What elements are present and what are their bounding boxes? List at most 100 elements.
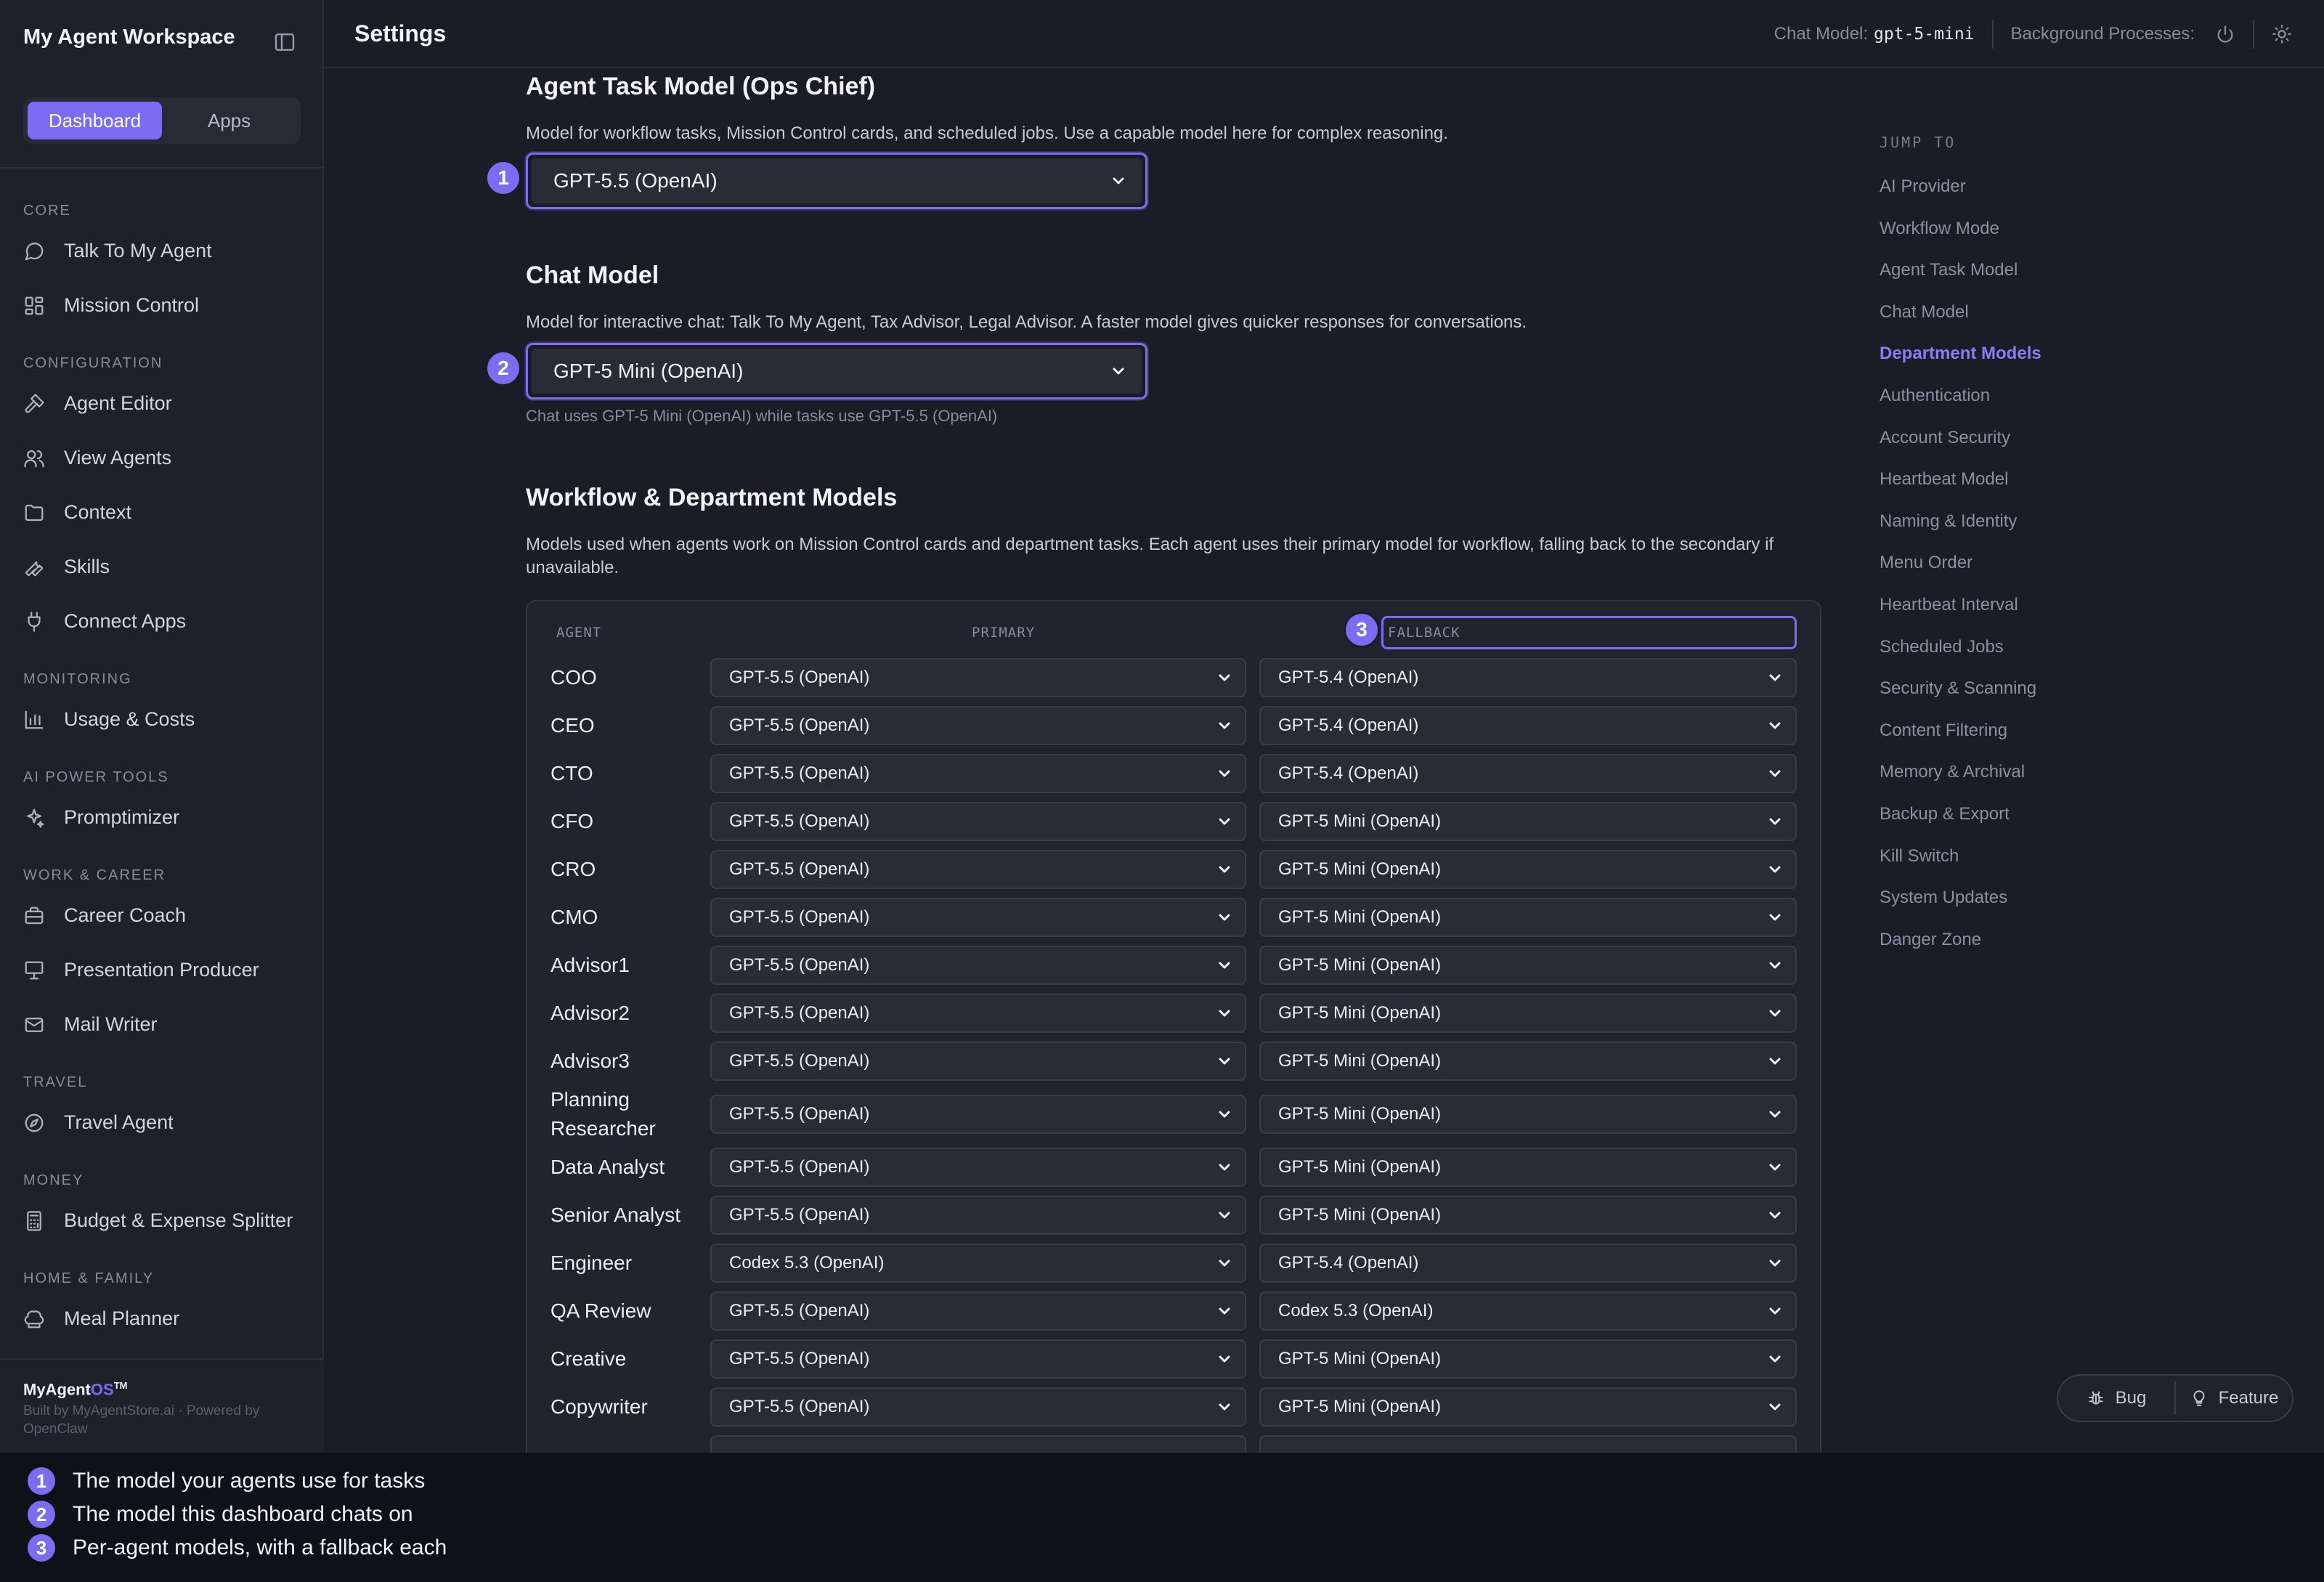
- fallback-model-select[interactable]: GPT-5 Mini (OpenAI): [1259, 802, 1797, 841]
- fallback-model-select[interactable]: GPT-5 Mini (OpenAI): [1259, 1387, 1797, 1427]
- primary-model-select[interactable]: GPT-5.5 (OpenAI): [710, 1387, 1246, 1427]
- sidebar-item-label: Usage & Costs: [64, 708, 195, 730]
- agent-task-model-select[interactable]: GPT-5.5 (OpenAI): [526, 153, 1147, 209]
- agent-name: Data Analyst: [550, 1156, 665, 1178]
- sidebar-item-usage-costs[interactable]: Usage & Costs: [0, 692, 324, 747]
- sidebar-toggle-icon[interactable]: [273, 31, 296, 54]
- jump-link-content-filtering[interactable]: Content Filtering: [1880, 710, 2112, 752]
- report-bug-button[interactable]: Bug: [2058, 1376, 2174, 1421]
- primary-model-select[interactable]: Codex 5.3 (OpenAI): [710, 1244, 1246, 1283]
- table-row: CTO GPT-5.5 (OpenAI) GPT-5.4 (OpenAI): [527, 750, 1820, 798]
- jump-link-workflow-mode[interactable]: Workflow Mode: [1880, 208, 2112, 250]
- jump-to-label: JUMP TO: [1880, 134, 1957, 151]
- fallback-model-select[interactable]: GPT-5 Mini (OpenAI): [1259, 1339, 1797, 1379]
- jump-link-chat-model[interactable]: Chat Model: [1880, 291, 2112, 333]
- jump-link-heartbeat-interval[interactable]: Heartbeat Interval: [1880, 584, 2112, 626]
- sidebar-item-talk-to-my-agent[interactable]: Talk To My Agent: [0, 224, 324, 278]
- fallback-model-select[interactable]: GPT-5.4 (OpenAI): [1259, 706, 1797, 745]
- jump-link-agent-task-model[interactable]: Agent Task Model: [1880, 249, 2112, 291]
- sidebar-item-context[interactable]: Context: [0, 485, 324, 540]
- sidebar-item-mail-writer[interactable]: Mail Writer: [0, 997, 324, 1052]
- primary-model-select[interactable]: GPT-5.5 (OpenAI): [710, 1291, 1246, 1331]
- fallback-model-select[interactable]: GPT-5 Mini (OpenAI): [1259, 1196, 1797, 1235]
- fallback-model-value: GPT-5 Mini (OpenAI): [1278, 1397, 1442, 1416]
- sidebar-item-label: Talk To My Agent: [64, 240, 212, 261]
- fallback-model-select[interactable]: GPT-5 Mini (OpenAI): [1259, 1095, 1797, 1134]
- sidebar-item-skills[interactable]: Skills: [0, 540, 324, 594]
- agent-name: Advisor3: [550, 1050, 630, 1072]
- primary-model-select[interactable]: GPT-5.5 (OpenAI): [710, 946, 1246, 985]
- tab-dashboard[interactable]: Dashboard: [28, 102, 162, 139]
- fallback-model-select[interactable]: GPT-5.4 (OpenAI): [1259, 658, 1797, 697]
- jump-link-kill-switch[interactable]: Kill Switch: [1880, 835, 2112, 877]
- primary-model-select[interactable]: GPT-5.5 (OpenAI): [710, 802, 1246, 841]
- plug-icon: [28, 611, 41, 632]
- tab-apps[interactable]: Apps: [162, 102, 296, 139]
- chat-model-select-value: GPT-5 Mini (OpenAI): [553, 360, 744, 382]
- feature-request-button[interactable]: Feature: [2176, 1376, 2292, 1421]
- fallback-model-value: GPT-5.4 (OpenAI): [1278, 715, 1419, 735]
- sun-icon[interactable]: [2272, 24, 2292, 44]
- jump-link-account-security[interactable]: Account Security: [1880, 417, 2112, 459]
- sidebar-item-promptimizer[interactable]: Promptimizer: [0, 790, 324, 845]
- fallback-model-select[interactable]: Codex 5.3 (OpenAI): [1259, 1291, 1797, 1331]
- sidebar-item-presentation-producer[interactable]: Presentation Producer: [0, 943, 324, 997]
- primary-model-select[interactable]: GPT-5.5 (OpenAI): [710, 1095, 1246, 1134]
- callout-badge-1: 1: [485, 160, 521, 196]
- fallback-model-select[interactable]: [1259, 1435, 1797, 1453]
- sidebar-item-label: Connect Apps: [64, 610, 187, 632]
- jump-link-scheduled-jobs[interactable]: Scheduled Jobs: [1880, 626, 2112, 668]
- fallback-model-select[interactable]: GPT-5 Mini (OpenAI): [1259, 946, 1797, 985]
- primary-model-value: GPT-5.5 (OpenAI): [729, 811, 870, 831]
- sidebar-item-mission-control[interactable]: Mission Control: [0, 278, 324, 333]
- primary-model-select[interactable]: GPT-5.5 (OpenAI): [710, 1042, 1246, 1081]
- primary-model-select[interactable]: GPT-5.5 (OpenAI): [710, 994, 1246, 1033]
- sidebar-item-budget-expense-splitter[interactable]: Budget & Expense Splitter: [0, 1193, 324, 1248]
- chevron-down-icon: [1769, 1111, 1781, 1118]
- agent-name: CEO: [550, 714, 595, 737]
- fallback-model-select[interactable]: GPT-5 Mini (OpenAI): [1259, 898, 1797, 937]
- sidebar-item-meal-planner[interactable]: Meal Planner: [0, 1291, 324, 1346]
- sidebar-item-connect-apps[interactable]: Connect Apps: [0, 594, 324, 649]
- primary-model-select[interactable]: GPT-5.5 (OpenAI): [710, 658, 1246, 697]
- jump-link-naming-identity[interactable]: Naming & Identity: [1880, 500, 2112, 543]
- chevron-down-icon: [1769, 914, 1781, 921]
- chat-model-select[interactable]: GPT-5 Mini (OpenAI): [526, 343, 1147, 399]
- primary-model-select[interactable]: GPT-5.5 (OpenAI): [710, 754, 1246, 793]
- fallback-model-select[interactable]: GPT-5.4 (OpenAI): [1259, 1244, 1797, 1283]
- power-icon[interactable]: [2215, 24, 2235, 44]
- primary-model-select[interactable]: GPT-5.5 (OpenAI): [710, 706, 1246, 745]
- jump-link-menu-order[interactable]: Menu Order: [1880, 542, 2112, 584]
- primary-model-select[interactable]: [710, 1435, 1246, 1453]
- primary-model-select[interactable]: GPT-5.5 (OpenAI): [710, 1339, 1246, 1379]
- primary-model-select[interactable]: GPT-5.5 (OpenAI): [710, 850, 1246, 889]
- fallback-model-select[interactable]: GPT-5.4 (OpenAI): [1259, 754, 1797, 793]
- jump-link-backup-export[interactable]: Backup & Export: [1880, 793, 2112, 835]
- primary-model-select[interactable]: GPT-5.5 (OpenAI): [710, 898, 1246, 937]
- fallback-model-select[interactable]: GPT-5 Mini (OpenAI): [1259, 850, 1797, 889]
- jump-link-heartbeat-model[interactable]: Heartbeat Model: [1880, 458, 2112, 500]
- jump-link-department-models[interactable]: Department Models: [1880, 333, 2112, 375]
- settings-main: Agent Task Model (Ops Chief) Model for w…: [325, 70, 2324, 1453]
- legend-number: 3: [28, 1534, 55, 1562]
- primary-model-value: GPT-5.5 (OpenAI): [729, 859, 870, 879]
- jump-link-system-updates[interactable]: System Updates: [1880, 877, 2112, 919]
- fallback-model-select[interactable]: GPT-5 Mini (OpenAI): [1259, 1148, 1797, 1187]
- primary-model-select[interactable]: GPT-5.5 (OpenAI): [710, 1196, 1246, 1235]
- section-label: HOME & FAMILY: [23, 1270, 155, 1286]
- sidebar-item-label: Mission Control: [64, 294, 200, 316]
- sidebar-item-agent-editor[interactable]: Agent Editor: [0, 376, 324, 431]
- sidebar-item-travel-agent[interactable]: Travel Agent: [0, 1095, 324, 1150]
- sidebar-item-view-agents[interactable]: View Agents: [0, 431, 324, 485]
- chevron-down-icon: [1769, 962, 1781, 969]
- jump-link-ai-provider[interactable]: AI Provider: [1880, 166, 2112, 208]
- jump-link-authentication[interactable]: Authentication: [1880, 375, 2112, 417]
- fallback-model-select[interactable]: GPT-5 Mini (OpenAI): [1259, 1042, 1797, 1081]
- jump-link-security-scanning[interactable]: Security & Scanning: [1880, 668, 2112, 710]
- fallback-model-select[interactable]: GPT-5 Mini (OpenAI): [1259, 994, 1797, 1033]
- agent-name: CRO: [550, 858, 596, 880]
- jump-link-danger-zone[interactable]: Danger Zone: [1880, 919, 2112, 961]
- primary-model-select[interactable]: GPT-5.5 (OpenAI): [710, 1148, 1246, 1187]
- jump-link-memory-archival[interactable]: Memory & Archival: [1880, 751, 2112, 793]
- sidebar-item-career-coach[interactable]: Career Coach: [0, 888, 324, 943]
